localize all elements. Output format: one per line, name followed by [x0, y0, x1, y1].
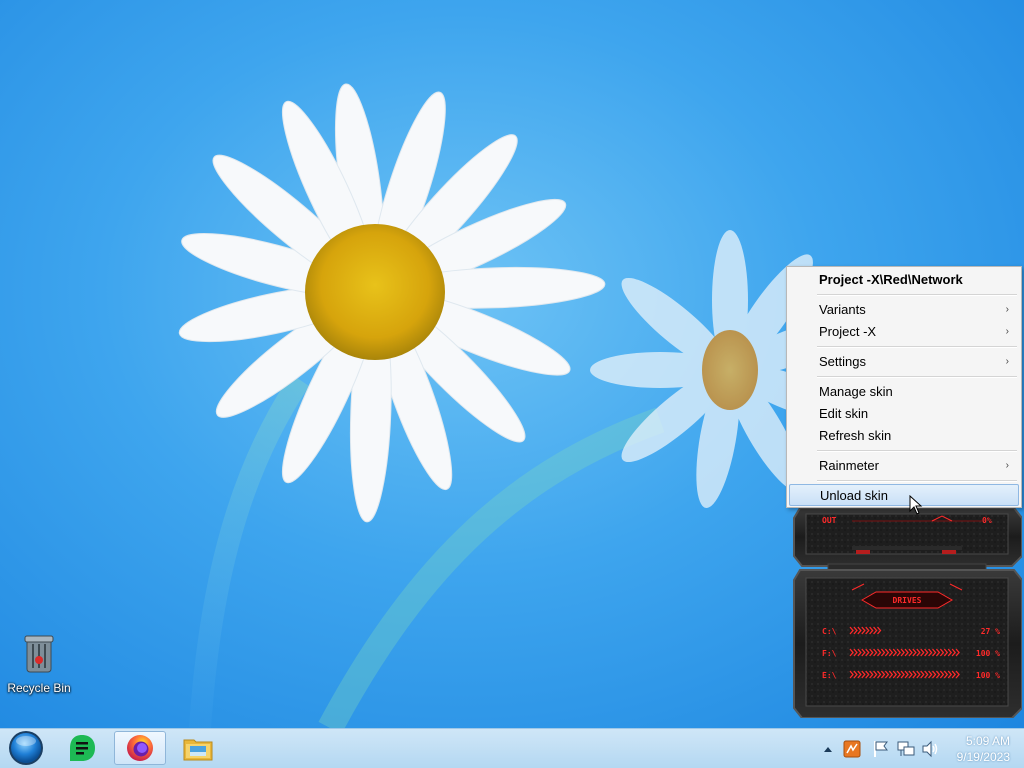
network-out-value: 0% — [982, 516, 992, 525]
show-hidden-icons-icon[interactable] — [823, 745, 833, 753]
menu-item-manage-skin[interactable]: Manage skin — [789, 381, 1019, 403]
menu-separator — [817, 480, 1017, 482]
menu-title-skin-name: Project -X\Red\Network — [789, 269, 1019, 291]
submenu-arrow-icon: › — [1005, 326, 1009, 337]
clock-time: 5:09 AM — [965, 734, 1010, 748]
menu-separator — [817, 346, 1017, 348]
submenu-arrow-icon: › — [1005, 304, 1009, 315]
taskbar: 5:09 AM 9/19/2023 — [0, 728, 1024, 768]
network-out-label: OUT — [822, 516, 837, 525]
taskbar-firefox-button[interactable] — [114, 731, 166, 765]
menu-item-label: Settings — [819, 354, 866, 369]
drives-panel — [793, 569, 1022, 718]
menu-item-edit-skin[interactable]: Edit skin — [789, 403, 1019, 425]
desktop-icon-label: Recycle Bin — [7, 681, 71, 695]
action-center-flag-icon[interactable] — [873, 740, 889, 758]
menu-item-variants[interactable]: Variants › — [789, 299, 1019, 321]
taskbar-file-explorer-button[interactable] — [172, 731, 224, 765]
menu-item-rainmeter[interactable]: Rainmeter › — [789, 455, 1019, 477]
network-icon[interactable] — [897, 740, 915, 758]
menu-item-label: Rainmeter — [819, 458, 879, 473]
volume-icon[interactable] — [921, 740, 939, 758]
menu-separator — [817, 450, 1017, 452]
file-explorer-icon — [183, 739, 213, 761]
menu-item-label: Variants — [819, 302, 866, 317]
firefox-icon — [127, 735, 153, 761]
menu-item-label: Edit skin — [819, 406, 869, 421]
menu-title-label: Project -X\Red\Network — [819, 272, 963, 287]
drive-label: E:\ — [822, 671, 837, 680]
drive-value: 100 % — [976, 671, 1000, 680]
menu-item-label: Manage skin — [819, 384, 893, 399]
menu-item-settings[interactable]: Settings › — [789, 351, 1019, 373]
clock-date: 9/19/2023 — [956, 750, 1010, 764]
submenu-arrow-icon: › — [1005, 356, 1009, 367]
start-orb-icon — [9, 731, 43, 765]
menu-item-label: Project -X — [819, 324, 877, 339]
start-button[interactable] — [2, 731, 50, 765]
desktop-icon-recycle-bin[interactable]: Recycle Bin — [4, 632, 74, 695]
rainmeter-context-menu: Project -X\Red\Network Variants › Project… — [786, 266, 1022, 508]
menu-item-refresh-skin[interactable]: Refresh skin — [789, 425, 1019, 447]
menu-separator — [817, 294, 1017, 296]
menu-item-label: Refresh skin — [819, 428, 892, 443]
menu-separator — [817, 376, 1017, 378]
taskbar-notes-app-button[interactable] — [56, 731, 108, 765]
rainmeter-tray-icon[interactable] — [843, 740, 861, 758]
menu-item-unload-skin[interactable]: Unload skin — [789, 484, 1019, 506]
drive-value: 27 % — [981, 627, 1000, 636]
drive-value: 100 % — [976, 649, 1000, 658]
drive-label: F:\ — [822, 649, 837, 658]
drives-title: DRIVES — [893, 596, 922, 605]
drive-label: C:\ — [822, 627, 837, 636]
rainmeter-skin-widget[interactable]: OUT 0% DRIVES C:\ 27 % F:\ 100 % E:\ 100 % — [792, 508, 1022, 718]
menu-item-label: Unload skin — [820, 488, 888, 503]
notes-app-icon — [70, 735, 95, 761]
desktop[interactable]: Recycle Bin OUT 0% DRIVES C:\ 27 % F:\ 1… — [0, 0, 1024, 728]
menu-item-project-x[interactable]: Project -X › — [789, 321, 1019, 343]
mouse-cursor-icon — [909, 495, 923, 515]
taskbar-clock[interactable]: 5:09 AM 9/19/2023 — [957, 733, 1010, 765]
recycle-bin-icon — [24, 635, 54, 673]
submenu-arrow-icon: › — [1005, 460, 1009, 471]
